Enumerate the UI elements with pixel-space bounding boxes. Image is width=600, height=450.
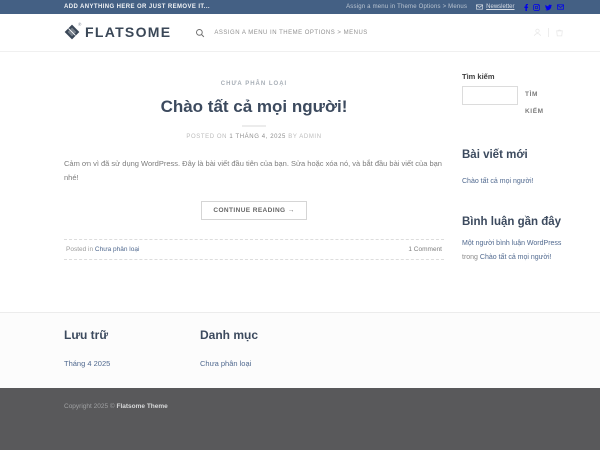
categories-title: Danh mục — [200, 328, 336, 342]
post-title-link[interactable]: Chào tất cả mọi người! — [161, 97, 348, 116]
recent-comments-widget: Bình luận gần đây Một người bình luận Wo… — [462, 215, 564, 266]
recent-posts-widget: Bài viết mới Chào tất cả mọi người! — [462, 148, 564, 189]
post-category-link[interactable]: CHƯA PHÂN LOẠI — [221, 81, 287, 87]
meta-author: BY ADMIN — [288, 134, 321, 140]
email-icon[interactable] — [557, 4, 564, 10]
envelope-icon — [476, 4, 483, 10]
newsletter-label: Newsletter — [486, 4, 514, 10]
post-meta: POSTED ON 1 THÁNG 4, 2025 BY ADMIN — [64, 134, 444, 140]
topbar: ADD ANYTHING HERE OR JUST REMOVE IT... A… — [0, 0, 600, 14]
registered-mark: ® — [78, 22, 81, 27]
comment-author-link[interactable]: Một người bình luận WordPress — [462, 240, 561, 247]
logo-text: FLATSOME — [85, 24, 171, 41]
continue-reading-button[interactable]: CONTINUE READING → — [201, 201, 306, 220]
twitter-icon[interactable] — [545, 4, 552, 11]
social-icons — [524, 4, 565, 11]
posted-in-category-link[interactable]: Chưa phân loại — [95, 246, 139, 253]
topbar-right: Assign a menu in Theme Options > Menus N… — [346, 4, 564, 11]
comment-post-link[interactable]: Chào tất cả mọi người! — [480, 254, 552, 261]
archives-widget: Lưu trữ Tháng 4 2025 — [64, 328, 200, 371]
comments-count-link[interactable]: 1 Comment — [408, 246, 442, 253]
comment-connector: trong — [462, 254, 478, 261]
recent-posts-title: Bài viết mới — [462, 148, 564, 164]
recent-comments-title: Bình luận gần đây — [462, 215, 564, 231]
cart-icon[interactable] — [555, 28, 564, 37]
posted-in-label: Posted in — [66, 246, 93, 253]
site-logo[interactable]: ® FLATSOME — [64, 24, 171, 41]
header-nav-placeholder[interactable]: ASSIGN A MENU IN THEME OPTIONS > MENUS — [214, 30, 367, 36]
post-article: CHƯA PHÂN LOẠI Chào tất cả mọi người! PO… — [64, 72, 462, 266]
account-icon[interactable] — [533, 28, 542, 37]
search-icon[interactable] — [195, 28, 205, 38]
meta-posted-on: POSTED ON — [186, 134, 227, 140]
instagram-icon[interactable] — [533, 4, 540, 11]
footer-widgets: Lưu trữ Tháng 4 2025 Danh mục Chưa phân … — [0, 312, 600, 388]
search-widget-label: Tìm kiếm — [462, 72, 564, 81]
meta-date-link[interactable]: 1 THÁNG 4, 2025 — [229, 134, 286, 140]
title-divider — [242, 125, 266, 127]
facebook-icon[interactable] — [524, 4, 529, 11]
sidebar-search-submit-button[interactable]: TÌM KIẾM — [525, 86, 559, 122]
sidebar-search-input[interactable] — [462, 86, 518, 105]
main-content: CHƯA PHÂN LOẠI Chào tất cả mọi người! PO… — [0, 52, 600, 312]
post-title: Chào tất cả mọi người! — [64, 97, 444, 117]
archive-link[interactable]: Tháng 4 2025 — [64, 359, 110, 368]
sidebar: Tìm kiếm TÌM KIẾM Bài viết mới Chào tất … — [462, 72, 564, 266]
post-excerpt: Cảm ơn vì đã sử dụng WordPress. Đây là b… — [64, 157, 444, 185]
categories-widget: Danh mục Chưa phân loại — [200, 328, 336, 371]
posted-in-text: Posted in Chưa phân loại — [66, 246, 139, 253]
copyright-prefix: Copyright 2025 © — [64, 403, 115, 410]
copyright-text: Copyright 2025 © Flatsome Theme — [64, 403, 168, 410]
header-divider — [548, 28, 549, 37]
search-widget: Tìm kiếm TÌM KIẾM — [462, 72, 564, 122]
recent-comment-item: Một người bình luận WordPress trong Chào… — [462, 237, 564, 266]
category-link[interactable]: Chưa phân loại — [200, 359, 251, 368]
header-right-icons — [533, 28, 564, 37]
copyright-bar: Copyright 2025 © Flatsome Theme — [0, 388, 600, 450]
copyright-brand: Flatsome Theme — [117, 403, 168, 410]
archives-title: Lưu trữ — [64, 328, 200, 342]
topbar-menu-link[interactable]: Assign a menu in Theme Options > Menus — [346, 4, 467, 10]
topbar-message: ADD ANYTHING HERE OR JUST REMOVE IT... — [64, 4, 210, 10]
recent-post-link[interactable]: Chào tất cả mọi người! — [462, 175, 534, 188]
post-footer-row: Posted in Chưa phân loại 1 Comment — [64, 239, 444, 260]
site-header: ® FLATSOME ASSIGN A MENU IN THEME OPTION… — [0, 14, 600, 52]
newsletter-link[interactable]: Newsletter — [476, 4, 514, 10]
